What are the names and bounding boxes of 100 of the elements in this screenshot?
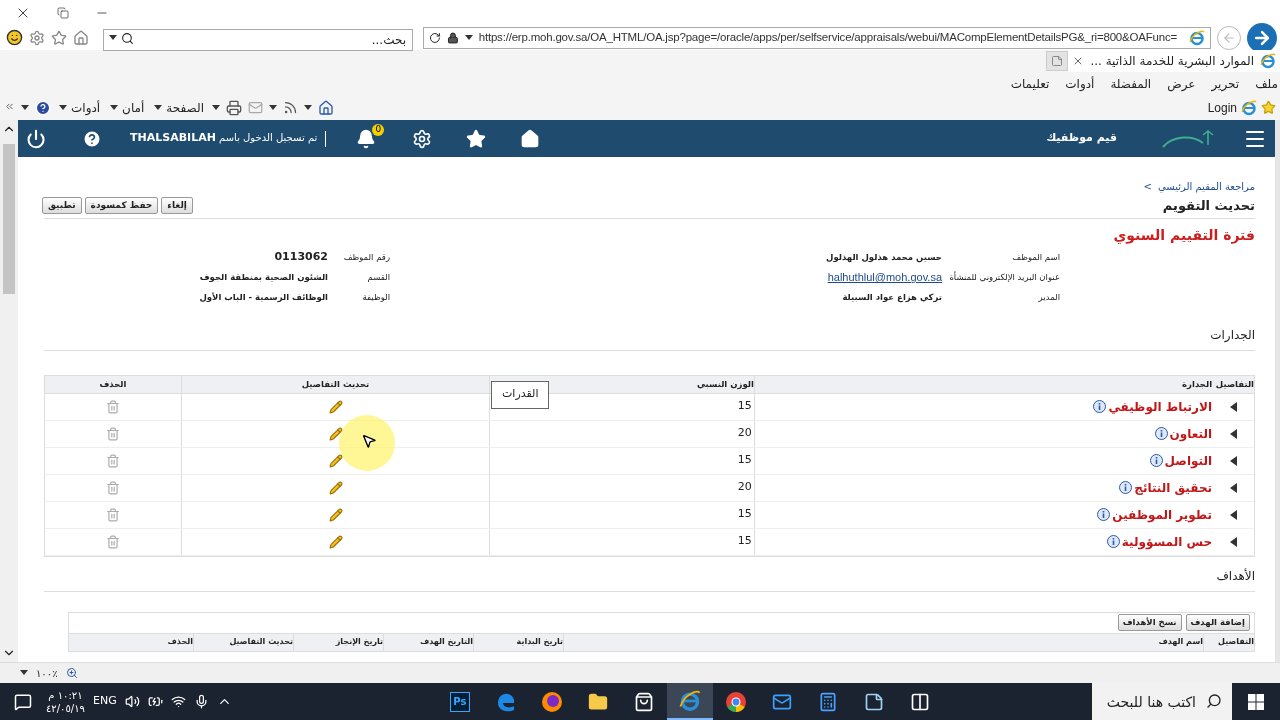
competency-link[interactable]: التعاون [1169, 424, 1213, 443]
expand-icon[interactable] [1229, 509, 1237, 520]
photoshop-icon: Ps [449, 691, 470, 712]
tab-title: الموارد البشرية للخدمة الذاتية ... [1090, 53, 1254, 70]
notifications-icon[interactable] [356, 128, 377, 149]
competency-link[interactable]: الارتباط الوظيفي [1108, 397, 1213, 416]
field-label: القسم [366, 271, 390, 284]
column-header: التاريخ الهدف [384, 633, 474, 651]
power-icon[interactable] [26, 128, 46, 149]
help-icon[interactable] [82, 128, 102, 149]
new-tab-button[interactable] [1046, 51, 1069, 71]
browser-icon [1260, 53, 1276, 69]
edit-icon[interactable] [328, 480, 343, 495]
refresh-icon [429, 31, 441, 44]
column-header: الحذف [134, 633, 194, 651]
info-icon[interactable] [1097, 508, 1111, 521]
menu-item[interactable]: المفضلة [1110, 74, 1152, 93]
edit-icon[interactable] [328, 534, 343, 549]
expand-icon[interactable] [1229, 536, 1237, 547]
field-value: حسين محمد هذلول الهذلول [826, 251, 942, 264]
expand-icon[interactable] [1229, 428, 1237, 439]
microphone-icon[interactable] [193, 694, 209, 709]
search-icon [121, 31, 134, 45]
menu-item[interactable]: عرض [1167, 74, 1196, 93]
zoom-icon[interactable] [65, 667, 78, 679]
restore-icon[interactable] [57, 6, 69, 19]
caret-icon [109, 35, 117, 41]
browser-tab[interactable]: الموارد البشرية للخدمة الذاتية ... [1068, 50, 1280, 72]
breadcrumb-separator: > [1143, 180, 1152, 194]
competency-link[interactable]: حس المسؤولية [1121, 532, 1213, 551]
cursor-icon [361, 432, 377, 449]
taskbar-app[interactable]: Ps [436, 683, 483, 720]
home-icon[interactable] [520, 128, 541, 149]
competency-link[interactable]: التواصل [1164, 451, 1213, 470]
folder-icon [587, 691, 608, 712]
email-link[interactable]: halhuthlul@moh.gov.sa [827, 269, 942, 286]
battery-icon[interactable] [147, 694, 163, 709]
action-button[interactable]: حفظ كمسودة [84, 197, 159, 215]
action-button[interactable]: تطبيق [42, 197, 82, 215]
caret-icon [110, 104, 119, 111]
smiley-icon[interactable] [6, 29, 23, 46]
edit-icon[interactable] [328, 426, 343, 441]
field-label: المدير [1037, 291, 1060, 304]
column-header: تاريخ الإنجاز [294, 633, 384, 651]
period-heading: فترة التقييم السنوي [1112, 225, 1255, 246]
volume-icon[interactable] [124, 694, 140, 709]
field-label: عنوان البريد الإلكتروني للمنشأة [948, 271, 1060, 284]
column-header: تاريخ البداية [474, 633, 564, 651]
competency-link[interactable]: تطوير الموظفين [1112, 505, 1213, 524]
caret-icon [269, 104, 277, 111]
expand-icon[interactable] [1229, 482, 1237, 493]
caret-icon [20, 670, 28, 676]
weight-cell: 15 [490, 447, 755, 474]
goal-button[interactable]: نسخ الأهداف [1117, 614, 1182, 631]
info-icon[interactable] [1149, 454, 1163, 467]
goal-button[interactable]: إضافة الهدف [1185, 614, 1250, 631]
print-icon[interactable] [226, 99, 242, 116]
menu-item[interactable]: أدوات [1065, 74, 1095, 93]
favorites-icon[interactable] [466, 128, 487, 149]
toolbar-menu[interactable]: الصفحة [152, 98, 206, 117]
notifications-icon[interactable] [14, 692, 32, 711]
weight-cell: 20 [490, 474, 755, 501]
rss-icon[interactable] [283, 100, 298, 115]
info-icon[interactable] [1106, 535, 1120, 548]
edit-icon[interactable] [328, 453, 343, 468]
action-button[interactable]: إلغاء [161, 197, 193, 215]
expand-icon[interactable] [1229, 401, 1237, 412]
toolbar-menu[interactable]: أدوات [57, 98, 103, 117]
menu-item[interactable]: تعليمات [1010, 74, 1050, 93]
field-label: الوظيفة [361, 291, 390, 304]
competency-link[interactable]: تحقيق النتائج [1134, 478, 1213, 497]
task-view-icon [909, 691, 930, 712]
caret-icon [464, 34, 473, 41]
column-header: تحديث التفاصيل [194, 633, 294, 651]
expand-icon[interactable] [1229, 455, 1237, 466]
notification-badge: 0 [372, 123, 385, 136]
weight-cell: 15 [490, 528, 755, 555]
edit-icon[interactable] [328, 399, 343, 414]
home-icon[interactable] [318, 99, 334, 116]
wifi-icon[interactable] [170, 694, 186, 709]
browser-icon [1189, 29, 1205, 46]
settings-icon[interactable] [412, 128, 433, 149]
search-field[interactable]: بحث... [103, 28, 413, 51]
taskbar-search-field[interactable]: اكتب هنا للبحث [1092, 683, 1232, 720]
menu-item[interactable]: ملف [1255, 74, 1278, 93]
scrollbar-thumb[interactable] [3, 144, 15, 294]
search-icon [1206, 693, 1222, 709]
zoom-level[interactable]: ١٠٠٪ [36, 665, 58, 681]
taskbar-app[interactable] [666, 683, 713, 720]
info-icon[interactable] [1154, 427, 1168, 440]
edit-icon[interactable] [328, 507, 343, 522]
url-text: https://erp.moh.gov.sa/OA_HTML/OA.jsp?page=/oracle/apps/per/selfservice/appraisals/webui/MACompElementDetailsPG&_ri=800&OAFunc= [478, 29, 1177, 45]
language-indicator[interactable]: ENG [92, 693, 117, 710]
menu-item[interactable]: تحرير [1211, 74, 1240, 93]
login-link[interactable]: Login [1207, 98, 1237, 117]
info-icon[interactable] [1119, 481, 1133, 494]
breadcrumb-link[interactable]: مراجعة المقيم الرئيسي [1157, 179, 1255, 194]
toolbar-menu[interactable]: أمان [108, 98, 147, 117]
address-field[interactable]: https://erp.moh.gov.sa/OA_HTML/OA.jsp?page=/oracle/apps/per/selfservice/appraisals/webui/MACompElementDetailsPG&_ri=800&OAFunc= [423, 26, 1211, 49]
info-icon[interactable] [1093, 400, 1107, 413]
